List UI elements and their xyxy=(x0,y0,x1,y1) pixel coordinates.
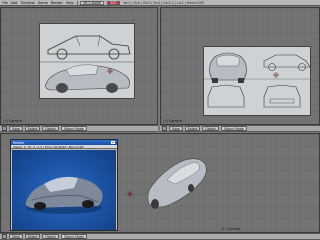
render-info-bar: Image: 1 | Tri: 2 | 1.5 | Time: 00:00.62… xyxy=(11,145,117,149)
3d-cursor-icon xyxy=(273,72,279,78)
mode-selector[interactable]: Object Mode xyxy=(60,234,87,239)
viewport-header-top-right: View Select Object Object Mode xyxy=(160,125,320,132)
render-canvas xyxy=(12,150,116,230)
view-menu[interactable]: View xyxy=(169,126,183,131)
menu-help[interactable]: Help xyxy=(66,1,74,5)
menu-render[interactable]: Render xyxy=(51,1,63,5)
render-window-title: Render xyxy=(13,140,25,145)
view-menu[interactable]: View xyxy=(9,234,23,239)
object-menu[interactable]: Object xyxy=(42,234,59,239)
viewport-top-left[interactable]: (1) Camera xyxy=(0,7,158,125)
car-mesh-perspective xyxy=(147,158,207,209)
screen-selector[interactable]: SR:2-Model xyxy=(80,0,105,5)
view-menu[interactable]: View xyxy=(9,126,23,131)
viewport-header-bottom: View Select Object Object Mode xyxy=(0,233,320,240)
mode-selector[interactable]: Object Mode xyxy=(220,126,247,131)
car-blueprint-side xyxy=(40,35,136,93)
close-icon[interactable]: × xyxy=(111,141,115,145)
viewport-top-right[interactable]: (1) Camera xyxy=(160,7,320,125)
viewport-label: (1) Camera xyxy=(221,227,241,231)
menu-separator xyxy=(76,0,78,5)
editor-type-icon[interactable] xyxy=(2,126,7,131)
editor-type-icon[interactable] xyxy=(162,126,167,131)
scene-stats: Ve:1 | Fa:0 | Ed:0 | Fa:4 | Ob:1-1 | La:… xyxy=(123,0,204,5)
menu-add[interactable]: Add xyxy=(11,1,18,5)
3d-cursor-icon xyxy=(127,191,133,197)
car-mesh-front xyxy=(209,52,247,83)
scene-selector[interactable]: SCE: xyxy=(107,0,121,5)
viewport-header-top-left: View Select Object Object Mode xyxy=(0,125,158,132)
menu-timeline[interactable]: Timeline xyxy=(20,1,34,5)
select-menu[interactable]: Select xyxy=(24,234,41,239)
render-window[interactable]: Render × Image: 1 | Tri: 2 | 1.5 | Time:… xyxy=(10,139,118,231)
info-header: File Add Timeline Game Render Help SR:2-… xyxy=(0,0,320,6)
menu-file[interactable]: File xyxy=(2,1,8,5)
3d-cursor-icon xyxy=(107,68,113,74)
select-menu[interactable]: Select xyxy=(24,126,41,131)
rendered-car xyxy=(25,176,103,214)
menu-game[interactable]: Game xyxy=(38,1,48,5)
select-menu[interactable]: Select xyxy=(184,126,201,131)
viewport-label: (1) Camera xyxy=(3,119,23,123)
editor-type-icon[interactable] xyxy=(2,234,7,239)
mode-selector[interactable]: Object Mode xyxy=(60,126,87,131)
object-menu[interactable]: Object xyxy=(202,126,219,131)
viewport-label: (1) Camera xyxy=(163,119,183,123)
object-menu[interactable]: Object xyxy=(42,126,59,131)
reference-image-side xyxy=(39,23,136,99)
